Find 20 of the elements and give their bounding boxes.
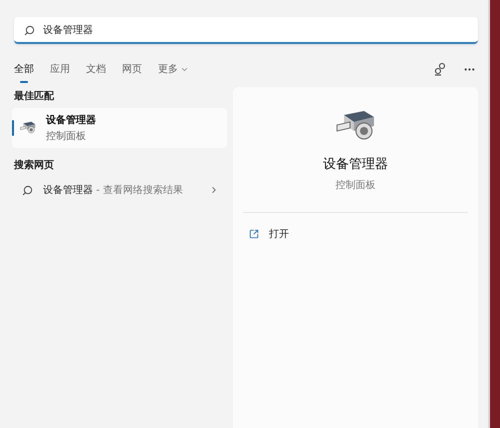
open-button[interactable]: 打开 [233,223,305,245]
best-match-item[interactable]: 设备管理器 控制面板 [12,108,227,148]
detail-subtitle: 控制面板 [336,178,376,192]
search-field[interactable]: 设备管理器 [14,17,478,44]
people-icon[interactable] [433,62,447,76]
open-external-icon [249,229,259,239]
filter-tab[interactable]: 网页 [122,58,142,80]
section-heading: 搜索网页 [14,158,55,173]
device-manager-icon [20,121,36,135]
search-icon [22,184,33,196]
web-search-link[interactable]: 设备管理器 - 查看网络搜索结果 [43,183,199,197]
item-title: 设备管理器 [46,114,96,127]
detail-title: 设备管理器 [323,156,388,173]
filter-tab[interactable]: 应用 [50,58,70,80]
filter-tab[interactable]: 全部 [14,58,34,80]
more-dropdown[interactable]: 更多 [158,58,189,80]
filter-tab[interactable]: 文档 [86,58,106,80]
item-subtitle: 控制面板 [46,130,87,143]
section-heading: 最佳匹配 [14,90,55,104]
search-icon [24,25,35,36]
